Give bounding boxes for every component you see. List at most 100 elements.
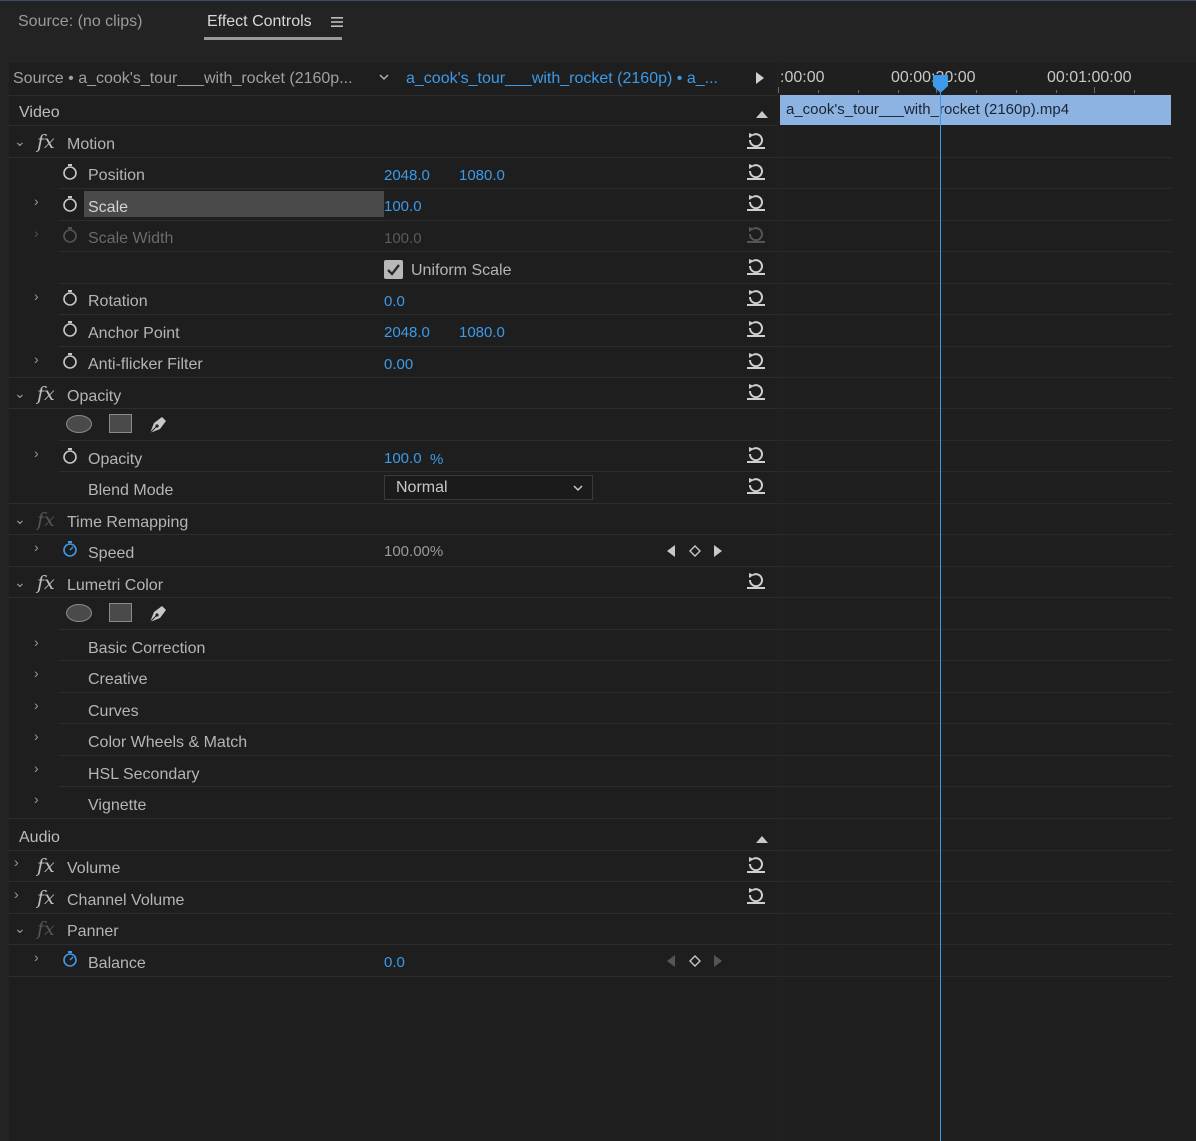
lumetri-vignette-twisty-icon[interactable]: › [34, 791, 39, 807]
volume-fx-icon[interactable]: fx [37, 855, 55, 877]
source-clip-label[interactable]: Source • a_cook's_tour___with_rocket (21… [13, 70, 353, 88]
opacity-pen-mask-icon[interactable] [147, 412, 171, 436]
antiflicker-stopwatch-icon[interactable] [62, 353, 78, 369]
antiflicker-twisty-icon[interactable]: › [34, 351, 39, 367]
scale-width-reset-icon [747, 227, 765, 243]
opacity-value[interactable]: 100.0 [384, 450, 422, 467]
audio-collapse-icon[interactable] [755, 831, 769, 849]
opacity-twisty-icon[interactable]: ⌄ [14, 385, 26, 402]
lumetri-curves-twisty-icon[interactable]: › [34, 697, 39, 713]
lumetri-basic-twisty-icon[interactable]: › [34, 634, 39, 650]
lumetri-wheels-twisty-icon[interactable]: › [34, 728, 39, 744]
rotation-value[interactable]: 0.0 [384, 293, 405, 310]
position-x-value[interactable]: 2048.0 [384, 167, 430, 184]
active-tab-underline [204, 37, 342, 40]
scale-twisty-icon[interactable]: › [34, 193, 39, 209]
opacity-rectangle-mask-icon[interactable] [109, 414, 132, 433]
balance-prev-keyframe-icon[interactable] [666, 954, 676, 968]
speed-next-keyframe-icon[interactable] [713, 544, 723, 558]
time-remap-twisty-icon[interactable]: ⌄ [14, 511, 26, 528]
blend-mode-reset-icon[interactable] [746, 476, 766, 494]
opacity-effect-reset-icon[interactable] [746, 382, 766, 400]
speed-prev-keyframe-icon[interactable] [666, 544, 676, 558]
scale-stopwatch-icon[interactable] [62, 196, 78, 212]
opacity-fx-icon[interactable]: fx [37, 383, 55, 405]
balance-value[interactable]: 0.0 [384, 954, 405, 971]
scale-width-label: Scale Width [88, 230, 174, 247]
position-stopwatch-icon[interactable] [62, 164, 78, 180]
lumetri-reset-icon[interactable] [746, 571, 766, 589]
motion-fx-icon[interactable]: fx [37, 131, 55, 153]
speed-stopwatch-icon[interactable] [62, 541, 78, 557]
antiflicker-label: Anti-flicker Filter [88, 356, 203, 373]
channel-volume-fx-icon[interactable]: fx [37, 887, 55, 909]
lumetri-hsl-twisty-icon[interactable]: › [34, 760, 39, 776]
anchor-y-value[interactable]: 1080.0 [459, 324, 505, 341]
channel-volume-twisty-icon[interactable]: › [14, 886, 19, 902]
balance-next-keyframe-icon[interactable] [713, 954, 723, 968]
rotation-stopwatch-icon[interactable] [62, 290, 78, 306]
channel-volume-title: Channel Volume [67, 892, 185, 909]
playhead-handle-icon[interactable] [932, 74, 949, 94]
scale-width-value: 100.0 [384, 230, 422, 247]
timeline-time-end: 00:01:00:00 [1047, 69, 1132, 86]
opacity-ellipse-mask-icon[interactable] [66, 415, 92, 433]
volume-twisty-icon[interactable]: › [14, 854, 19, 870]
speed-twisty-icon[interactable]: › [34, 539, 39, 555]
lumetri-item-curves[interactable]: Curves [88, 703, 139, 721]
motion-twisty-icon[interactable]: ⌄ [14, 133, 26, 150]
lumetri-creative-twisty-icon[interactable]: › [34, 665, 39, 681]
motion-reset-icon[interactable] [746, 131, 766, 149]
lumetri-fx-icon[interactable]: fx [37, 572, 55, 594]
anchor-point-stopwatch-icon[interactable] [62, 321, 78, 337]
speed-value: 100.00% [384, 543, 444, 560]
lumetri-item-basic-correction[interactable]: Basic Correction [88, 640, 205, 658]
balance-stopwatch-icon[interactable] [62, 951, 78, 967]
video-collapse-icon[interactable] [755, 106, 769, 124]
position-y-value[interactable]: 1080.0 [459, 167, 505, 184]
speed-add-keyframe-icon[interactable] [689, 545, 701, 557]
effect-timeline[interactable]: :00:00 00:00:30:00 00:01:00:00 a_cook's_… [778, 63, 1196, 1141]
opacity-param-twisty-icon[interactable]: › [34, 445, 39, 461]
balance-add-keyframe-icon[interactable] [689, 955, 701, 967]
rotation-twisty-icon[interactable]: › [34, 288, 39, 304]
timeline-clip[interactable]: a_cook's_tour___with_rocket (2160p).mp4 [780, 95, 1171, 125]
blend-mode-select[interactable]: Normal [384, 475, 593, 500]
panner-twisty-icon[interactable]: ⌄ [14, 920, 26, 937]
lumetri-item-vignette[interactable]: Vignette [88, 797, 146, 815]
uniform-scale-label: Uniform Scale [411, 262, 512, 279]
scale-value[interactable]: 100.0 [384, 198, 422, 215]
opacity-param-reset-icon[interactable] [746, 445, 766, 463]
tab-source[interactable]: Source: (no clips) [18, 13, 143, 31]
anchor-point-reset-icon[interactable] [746, 319, 766, 337]
anchor-x-value[interactable]: 2048.0 [384, 324, 430, 341]
scale-reset-icon[interactable] [746, 193, 766, 211]
lumetri-ellipse-mask-icon[interactable] [66, 604, 92, 622]
panner-title: Panner [67, 923, 119, 940]
channel-volume-reset-icon[interactable] [746, 886, 766, 904]
lumetri-item-creative[interactable]: Creative [88, 671, 148, 689]
uniform-scale-reset-icon[interactable] [746, 257, 766, 275]
balance-twisty-icon[interactable]: › [34, 949, 39, 965]
lumetri-twisty-icon[interactable]: ⌄ [14, 574, 26, 591]
antiflicker-reset-icon[interactable] [746, 351, 766, 369]
blend-mode-label: Blend Mode [88, 482, 174, 499]
volume-reset-icon[interactable] [746, 855, 766, 873]
lumetri-item-color-wheels[interactable]: Color Wheels & Match [88, 734, 247, 752]
opacity-stopwatch-icon[interactable] [62, 448, 78, 464]
toggle-timeline-arrow-icon[interactable] [755, 71, 765, 90]
lumetri-pen-mask-icon[interactable] [147, 601, 171, 625]
position-reset-icon[interactable] [746, 162, 766, 180]
tab-effect-controls[interactable]: Effect Controls [207, 13, 312, 31]
lumetri-item-hsl-secondary[interactable]: HSL Secondary [88, 766, 199, 784]
panel-menu-icon[interactable] [330, 15, 344, 34]
clip-header-bar: Source • a_cook's_tour___with_rocket (21… [9, 63, 777, 96]
lumetri-rectangle-mask-icon[interactable] [109, 603, 132, 622]
uniform-scale-checkbox[interactable] [384, 260, 403, 279]
sequence-clip-label[interactable]: a_cook's_tour___with_rocket (2160p) • a_… [406, 70, 718, 88]
anchor-point-label: Anchor Point [88, 325, 180, 342]
rotation-reset-icon[interactable] [746, 288, 766, 306]
clip-dropdown-chevron-icon[interactable] [378, 70, 390, 88]
antiflicker-value[interactable]: 0.00 [384, 356, 413, 373]
scale-row-highlight [84, 191, 384, 217]
